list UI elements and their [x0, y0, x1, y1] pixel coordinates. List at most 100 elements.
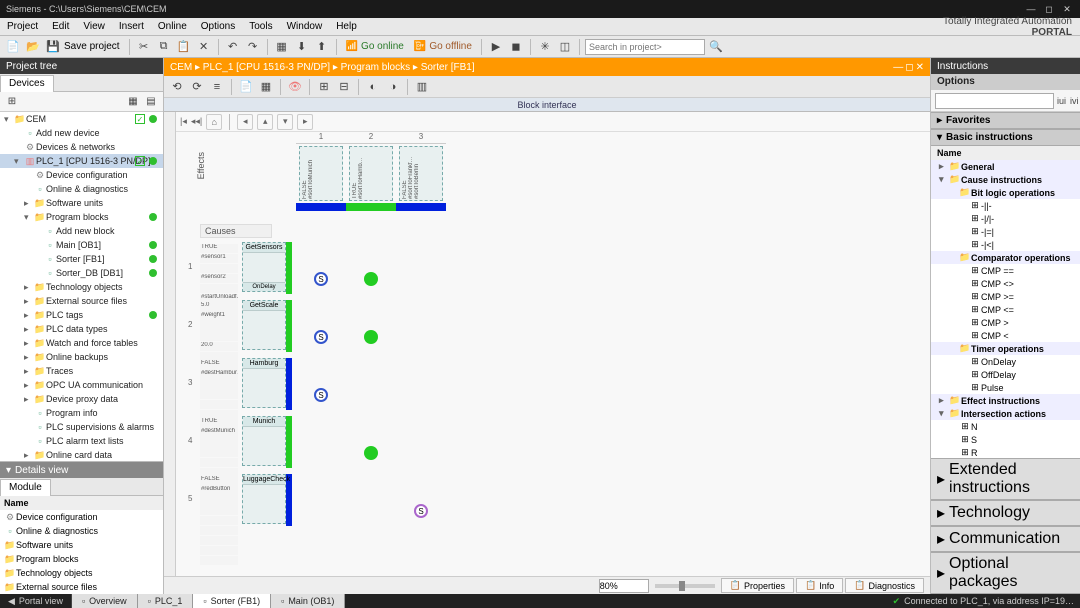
cause-row[interactable]: 1TRUE#sensor1#sensor2#startUnloadf…1#10s… — [188, 242, 292, 298]
ed-btn1-icon[interactable]: ⟲ — [168, 78, 186, 96]
nav-left-icon[interactable]: ◂ — [237, 114, 253, 130]
instruction-item[interactable]: ⊞R — [931, 446, 1080, 458]
project-tree[interactable]: ▾CEM✓Add new deviceDevices & networks▾PL… — [0, 112, 163, 461]
intersection-node[interactable] — [364, 330, 378, 344]
ed-btn7-icon[interactable]: ⊟ — [335, 78, 353, 96]
menu-window[interactable]: Window — [280, 21, 330, 32]
go-online-button[interactable]: 📶 Go online — [342, 41, 408, 52]
intersection-node[interactable]: S — [314, 330, 328, 344]
tree-item[interactable]: ▸External source files — [0, 294, 163, 308]
instruction-item[interactable]: ▸📁Effect instructions — [931, 394, 1080, 407]
intersection-node[interactable]: S — [314, 272, 328, 286]
tree-item[interactable]: ▸Online backups — [0, 350, 163, 364]
tree-item[interactable]: ▸Watch and force tables — [0, 336, 163, 350]
instruction-item[interactable]: ⊞CMP > — [931, 316, 1080, 329]
close-icon[interactable]: ✕ — [1060, 3, 1074, 15]
footer-tab-properties[interactable]: 📋Properties — [721, 578, 794, 593]
instr-search-icon[interactable]: iui — [1056, 92, 1067, 110]
cem-editor[interactable]: |◂◂◂| ⌂ ◂ ▴ ▾ ▸ Effects Causes 1FALSE#so… — [164, 112, 930, 576]
tree-item[interactable]: ▸PLC data types — [0, 322, 163, 336]
editor-min-icon[interactable]: — — [893, 62, 903, 73]
ed-btn4-icon[interactable]: 📄 — [237, 78, 255, 96]
menu-view[interactable]: View — [76, 21, 112, 32]
instructions-tree[interactable]: ▸📁General▾📁Cause instructions📁Bit logic … — [931, 160, 1080, 458]
redo-icon[interactable]: ↷ — [244, 38, 262, 56]
start-icon[interactable]: ▶ — [487, 38, 505, 56]
tree-item[interactable]: ▸Device proxy data — [0, 392, 163, 406]
menu-project[interactable]: Project — [0, 21, 45, 32]
ed-monitor-icon[interactable]: 👁 — [286, 78, 304, 96]
status-tab[interactable]: ▫Overview — [72, 594, 138, 608]
search-icon[interactable]: 🔍 — [707, 38, 725, 56]
ed-btn9-icon[interactable]: ◑ — [384, 78, 402, 96]
maximize-icon[interactable]: ◻ — [1042, 3, 1056, 15]
instruction-item[interactable]: ⊞CMP <= — [931, 303, 1080, 316]
tree-item[interactable]: Sorter [FB1] — [0, 252, 163, 266]
details-list[interactable]: Name Device configurationOnline & diagno… — [0, 496, 163, 594]
instruction-item[interactable]: ⊞N — [931, 420, 1080, 433]
tree-item[interactable]: Sorter_DB [DB1] — [0, 266, 163, 280]
instructions-search-input[interactable] — [935, 93, 1054, 109]
details-item[interactable]: Software units — [0, 538, 163, 552]
instruction-item[interactable]: ▸📁General — [931, 160, 1080, 173]
instruction-item[interactable]: ▾📁Cause instructions — [931, 173, 1080, 186]
details-item[interactable]: Device configuration — [0, 510, 163, 524]
tree-item[interactable]: Add new block — [0, 224, 163, 238]
zoom-select[interactable] — [599, 579, 649, 593]
ed-btn6-icon[interactable]: ⊞ — [315, 78, 333, 96]
details-item[interactable]: Technology objects — [0, 566, 163, 580]
tree-item[interactable]: PLC supervisions & alarms — [0, 420, 163, 434]
undo-icon[interactable]: ↶ — [224, 38, 242, 56]
expand-icon[interactable]: ⊞ — [4, 94, 20, 110]
tree-item[interactable]: Devices & networks — [0, 140, 163, 154]
instruction-item[interactable]: ⊞CMP < — [931, 329, 1080, 342]
section-extended-instructions[interactable]: ▸Extended instructions — [931, 458, 1080, 500]
section-communication[interactable]: ▸Communication — [931, 526, 1080, 552]
tree-btn2-icon[interactable]: ▤ — [143, 94, 159, 110]
tree-item[interactable]: ▸OPC UA communication — [0, 378, 163, 392]
basic-instructions-section[interactable]: ▾Basic instructions — [931, 129, 1080, 146]
instruction-item[interactable]: ⊞OnDelay — [931, 355, 1080, 368]
compile-icon[interactable]: ▦ — [273, 38, 291, 56]
editor-max-icon[interactable]: ◻ — [905, 62, 913, 73]
cut-icon[interactable]: ✂ — [135, 38, 153, 56]
menu-online[interactable]: Online — [151, 21, 194, 32]
instruction-item[interactable]: ⊞CMP <> — [931, 277, 1080, 290]
instruction-item[interactable]: ⊞OffDelay — [931, 368, 1080, 381]
footer-tab-diagnostics[interactable]: 📋Diagnostics — [845, 578, 924, 593]
cause-row[interactable]: 4TRUE#destMunichMunich — [188, 416, 292, 472]
instruction-item[interactable]: ⊞Pulse — [931, 381, 1080, 394]
portal-view-button[interactable]: ◀ Portal view — [0, 594, 72, 608]
instruction-item[interactable]: ⊞CMP >= — [931, 290, 1080, 303]
ed-btn10-icon[interactable]: ▥ — [413, 78, 431, 96]
paste-icon[interactable]: 📋 — [175, 38, 193, 56]
menu-insert[interactable]: Insert — [112, 21, 151, 32]
tab-devices[interactable]: Devices — [0, 75, 54, 92]
tree-item[interactable]: ▸Online card data — [0, 448, 163, 461]
intersection-node[interactable] — [364, 446, 378, 460]
editor-close-icon[interactable]: ✕ — [916, 62, 924, 73]
tree-item[interactable]: Main [OB1] — [0, 238, 163, 252]
instruction-item[interactable]: ⊞-|<| — [931, 238, 1080, 251]
minimize-icon[interactable]: — — [1024, 3, 1038, 15]
cause-row[interactable]: 3FALSE#destHambur…Hamburg — [188, 358, 292, 414]
instr-filter-icon[interactable]: ivi — [1069, 92, 1080, 110]
ed-btn8-icon[interactable]: ◐ — [364, 78, 382, 96]
favorites-section[interactable]: ▸Favorites — [931, 112, 1080, 129]
cause-row[interactable]: 25.0#weight120.0GetScale — [188, 300, 292, 356]
section-optional-packages[interactable]: ▸Optional packages — [931, 552, 1080, 594]
instruction-item[interactable]: 📁Comparator operations — [931, 251, 1080, 264]
tree-item[interactable]: ▾PLC_1 [CPU 1516-3 PN/DP]✓ — [0, 154, 163, 168]
nav-right-icon[interactable]: ▸ — [297, 114, 313, 130]
effect-column[interactable]: 3FALSE#sortToFrankf…#sortToBerlin — [396, 132, 446, 211]
download-icon[interactable]: ⬇ — [293, 38, 311, 56]
intersection-node[interactable]: S — [414, 504, 428, 518]
menu-options[interactable]: Options — [194, 21, 242, 32]
instruction-item[interactable]: ▾📁Intersection actions — [931, 407, 1080, 420]
instruction-item[interactable]: ⊞S — [931, 433, 1080, 446]
nav-up-icon[interactable]: ▴ — [257, 114, 273, 130]
tree-item[interactable]: ▸Software units — [0, 196, 163, 210]
details-item[interactable]: Online & diagnostics — [0, 524, 163, 538]
zoom-slider[interactable] — [655, 584, 715, 588]
cause-row[interactable]: 5FALSE#redButtonLuggageCheck — [188, 474, 292, 530]
